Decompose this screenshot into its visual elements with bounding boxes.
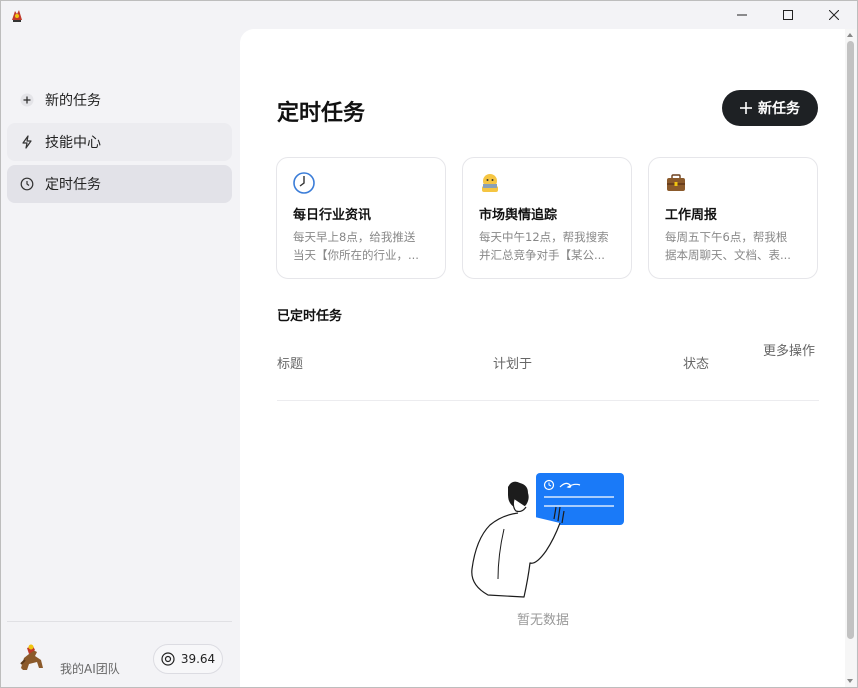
column-header-status: 状态 — [683, 357, 710, 372]
table-header: 标题 计划于 状态 更多操作 — [277, 335, 819, 401]
column-header-more: 更多操作 — [763, 344, 816, 359]
clock-emoji-icon — [293, 172, 315, 194]
plus-icon — [740, 102, 752, 114]
app-logo-icon — [9, 7, 25, 23]
template-title: 每日行业资讯 — [293, 208, 372, 223]
briefcase-emoji-icon — [665, 172, 687, 194]
template-desc-line: 每天早上8点，给我推送 — [293, 230, 416, 244]
sidebar-item-label: 新的任务 — [45, 93, 101, 109]
template-title: 工作周报 — [665, 208, 718, 223]
scheduled-section-title: 已定时任务 — [277, 309, 343, 324]
template-desc-line: 每周五下午6点，帮我根 — [665, 230, 788, 244]
scroll-down-arrow-icon[interactable] — [847, 679, 853, 683]
template-desc-line: 据本周聊天、文档、表... — [665, 248, 791, 262]
column-header-title: 标题 — [277, 357, 304, 372]
main-panel: 定时任务 新任务 每日行业资讯 每天早上8点，给我推送 当天【你所在的行业，..… — [240, 29, 846, 687]
title-bar — [1, 1, 857, 29]
coin-icon — [161, 652, 175, 666]
template-desc-line: 每天中午12点，帮我搜索 — [479, 230, 609, 244]
avatar[interactable] — [15, 642, 49, 676]
template-desc-line: 当天【你所在的行业，... — [293, 248, 419, 262]
template-desc: 每周五下午6点，帮我根 据本周聊天、文档、表... — [665, 228, 807, 264]
new-task-label: 新任务 — [758, 101, 800, 117]
template-cards: 每日行业资讯 每天早上8点，给我推送 当天【你所在的行业，... 市场舆情追踪 … — [276, 157, 818, 279]
empty-state-illustration — [468, 469, 628, 629]
sidebar-item-label: 定时任务 — [45, 177, 101, 193]
scroll-up-arrow-icon[interactable] — [847, 33, 853, 37]
face-emoji-icon — [479, 172, 501, 194]
credits-value: 39.64 — [180, 652, 216, 666]
lightning-icon — [19, 134, 35, 150]
window-controls — [719, 1, 857, 29]
template-card-market-sentiment[interactable]: 市场舆情追踪 每天中午12点，帮我搜索 并汇总竞争对手【某公... — [462, 157, 632, 279]
template-title: 市场舆情追踪 — [479, 208, 558, 223]
template-card-weekly-report[interactable]: 工作周报 每周五下午6点，帮我根 据本周聊天、文档、表... — [648, 157, 818, 279]
maximize-button[interactable] — [765, 1, 811, 29]
template-desc: 每天早上8点，给我推送 当天【你所在的行业，... — [293, 228, 435, 264]
credits-badge[interactable]: 39.64 — [153, 644, 223, 674]
team-name: 我的AI团队 — [60, 662, 120, 676]
sidebar-item-label: 技能中心 — [45, 135, 101, 151]
template-desc-line: 并汇总竞争对手【某公... — [479, 248, 605, 262]
plus-icon — [19, 92, 35, 108]
empty-state-text: 暂无数据 — [516, 613, 569, 628]
sidebar-nav: 新的任务 技能中心 定时任务 — [7, 81, 232, 207]
column-header-planned: 计划于 — [493, 357, 533, 372]
sidebar-item-new-task[interactable]: 新的任务 — [7, 81, 232, 119]
sidebar-item-scheduled-tasks[interactable]: 定时任务 — [7, 165, 232, 203]
new-task-button[interactable]: 新任务 — [722, 90, 818, 126]
template-card-daily-news[interactable]: 每日行业资讯 每天早上8点，给我推送 当天【你所在的行业，... — [276, 157, 446, 279]
sidebar-footer: 我的AI团队 39.64 — [7, 621, 232, 676]
scrollbar[interactable] — [845, 29, 856, 687]
page-title: 定时任务 — [277, 101, 366, 126]
minimize-button[interactable] — [719, 1, 765, 29]
close-button[interactable] — [811, 1, 857, 29]
clock-icon — [19, 176, 35, 192]
scrollbar-thumb[interactable] — [847, 41, 854, 639]
sidebar-item-skill-center[interactable]: 技能中心 — [7, 123, 232, 161]
template-desc: 每天中午12点，帮我搜索 并汇总竞争对手【某公... — [479, 228, 621, 264]
sidebar: 新的任务 技能中心 定时任务 我的AI团队 39.64 — [1, 29, 239, 687]
